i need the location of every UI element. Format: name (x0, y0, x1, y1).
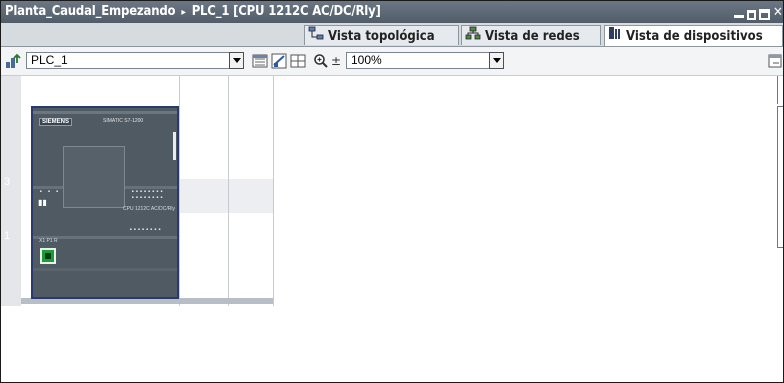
network-icon (465, 26, 481, 47)
slot-divider (273, 76, 274, 306)
device-canvas[interactable]: 3 1 SIEMENS SIMATIC S7-1200 ▪ ▪ ▪ ▪▪▪▪▪▪… (1, 76, 783, 382)
scroll-up-area[interactable] (777, 76, 783, 104)
swap-view-icon[interactable] (252, 53, 268, 69)
status-leds: ▮▮ (38, 198, 47, 207)
panel-toggle-icon[interactable] (767, 53, 783, 69)
rack-rail: 3 1 (1, 76, 21, 306)
breadcrumb-separator-icon: ▸ (181, 7, 186, 18)
cpu-model-label: CPU 1212C AC/DC/Rly (123, 206, 175, 212)
title-bar: Planta_Caudal_Empezando ▸ PLC_1 [CPU 1212C… (1, 1, 783, 23)
zoom-select[interactable]: 100% (346, 52, 504, 69)
zoom-icon[interactable] (313, 53, 329, 69)
chevron-down-icon[interactable] (229, 52, 244, 69)
siemens-logo: SIEMENS (39, 118, 73, 126)
minimize-icon[interactable] (734, 15, 744, 18)
vertical-scrollbar[interactable] (777, 106, 783, 248)
io-leds: ▪▪▪▪▪▪▪▪ (131, 194, 164, 201)
device-select[interactable]: PLC_1 (26, 52, 244, 69)
module-latch (173, 132, 176, 160)
tab-device-view[interactable]: Vista de dispositivos (604, 25, 783, 46)
port-label: X1 P1 R (39, 238, 58, 244)
profinet-port-icon[interactable] (40, 248, 56, 264)
restore-icon[interactable] (747, 10, 756, 20)
tab-topology-view[interactable]: Vista topológica (304, 25, 459, 45)
tab-network-view[interactable]: Vista de redes (461, 25, 601, 45)
view-tabs: Vista topológica Vista de redes Vista de… (1, 23, 783, 47)
device-tree-icon[interactable] (5, 53, 21, 69)
slot-divider (228, 76, 229, 306)
device-toolbar: PLC_1 ± 100% (1, 47, 783, 76)
device-name: PLC_1 [CPU 1212C AC/DC/Rly] (191, 4, 381, 19)
zoom-step-icon[interactable]: ± (331, 54, 341, 70)
topology-icon (308, 26, 324, 47)
plc-module[interactable]: SIEMENS SIMATIC S7-1200 ▪ ▪ ▪ ▪▪▪▪▪▪▪▪ ▪… (31, 106, 179, 299)
slot-label: 1 (4, 230, 11, 242)
maximize-icon[interactable] (759, 9, 770, 20)
project-name: Planta_Caudal_Empezando (5, 4, 176, 19)
zoom-value: 100% (351, 53, 382, 67)
close-icon[interactable]: ✕ (773, 6, 783, 20)
tab-label: Vista topológica (328, 29, 435, 44)
io-leds: ▪ ▪ ▪ (39, 188, 60, 195)
breadcrumb: Planta_Caudal_Empezando ▸ PLC_1 [CPU 1212C… (5, 1, 381, 24)
module-strip (33, 268, 177, 271)
chevron-down-icon[interactable] (489, 52, 504, 69)
tab-label: Vista de redes (485, 29, 580, 44)
slot-label: 3 (4, 176, 11, 188)
tab-label: Vista de dispositivos (626, 29, 763, 44)
grid-icon[interactable] (290, 53, 306, 69)
module-model-label: SIMATIC S7-1200 (103, 118, 144, 124)
module-strip (33, 111, 177, 114)
device-view-window: Planta_Caudal_Empezando ▸ PLC_1 [CPU 1212C… (0, 0, 784, 383)
slot-divider (179, 76, 180, 306)
rack-band (179, 179, 273, 213)
device-select-value: PLC_1 (31, 53, 68, 67)
device-icon (608, 26, 622, 47)
overview-icon[interactable] (271, 53, 287, 69)
module-door (63, 146, 125, 208)
io-leds: ▪▪▪▪▪▪▪▪ (129, 226, 162, 233)
window-controls: ✕ (734, 4, 783, 20)
